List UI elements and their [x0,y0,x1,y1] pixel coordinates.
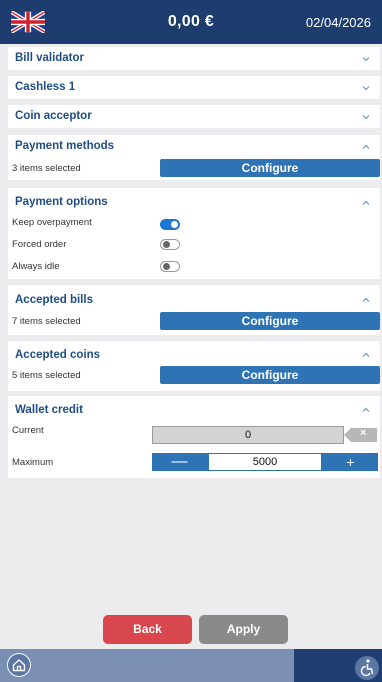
option-label: Keep overpayment [12,217,92,228]
section-title: Accepted bills [15,294,93,306]
header-bar: 0,00 € 02/04/2026 [0,0,382,44]
option-label: Forced order [12,239,67,250]
section-title: Accepted coins [15,349,100,361]
configure-accepted-coins-button[interactable]: Configure [160,366,380,384]
current-credit-label: Current [12,425,44,436]
back-button[interactable]: Back [103,615,192,644]
items-selected-label: 3 items selected [12,163,81,174]
chevron-up-icon[interactable] [362,406,370,414]
toggle-knob [163,241,170,248]
configure-accepted-bills-button[interactable]: Configure [160,312,380,330]
section-title: Payment options [15,196,108,208]
chevron-up-icon[interactable] [362,199,370,207]
section-title: Coin acceptor [15,110,92,122]
apply-button[interactable]: Apply [199,615,288,644]
chevron-up-icon[interactable] [362,351,370,359]
toggle-knob [171,221,178,228]
section-title: Wallet credit [15,404,83,416]
chevron-down-icon[interactable] [362,113,370,121]
section-coin-acceptor[interactable]: Coin acceptor [8,105,380,128]
current-credit-field[interactable]: 0 [152,426,344,444]
keep-overpayment-toggle[interactable] [160,219,180,230]
section-title: Cashless 1 [15,81,76,93]
maximum-credit-input[interactable]: 5000 [209,454,321,470]
chevron-down-icon[interactable] [362,55,370,63]
increment-button[interactable]: + [323,453,378,471]
chevron-up-icon[interactable] [362,296,370,304]
accessibility-button[interactable] [355,656,379,680]
chevron-up-icon[interactable] [362,143,370,151]
option-label: Always idle [12,261,60,272]
section-bill-validator[interactable]: Bill validator [8,47,380,70]
items-selected-label: 7 items selected [12,316,81,327]
decrement-button[interactable]: — [152,453,207,471]
section-cashless-1[interactable]: Cashless 1 [8,76,380,99]
home-icon [12,659,26,672]
home-button[interactable] [7,653,31,677]
always-idle-toggle[interactable] [160,261,180,272]
accessibility-icon [360,659,374,677]
items-selected-label: 5 items selected [12,370,81,381]
clear-credit-button[interactable]: × [344,427,377,442]
section-title: Payment methods [15,140,115,152]
configure-payment-methods-button[interactable]: Configure [160,159,380,177]
maximum-credit-label: Maximum [12,457,54,468]
forced-order-toggle[interactable] [160,239,180,250]
date-display: 02/04/2026 [305,15,371,30]
section-accepted-coins: Accepted coins 5 items selected Configur… [8,341,380,391]
toggle-knob [163,263,170,270]
section-accepted-bills: Accepted bills 7 items selected Configur… [8,285,380,335]
chevron-down-icon[interactable] [362,84,370,92]
maximum-credit-stepper: — 5000 + [152,453,378,471]
section-payment-options: Payment options Keep overpayment Forced … [8,188,380,279]
section-title: Bill validator [15,52,85,64]
section-payment-methods: Payment methods 3 items selected Configu… [8,135,380,180]
clear-icon: × [360,427,367,439]
bottom-bar [0,649,382,682]
